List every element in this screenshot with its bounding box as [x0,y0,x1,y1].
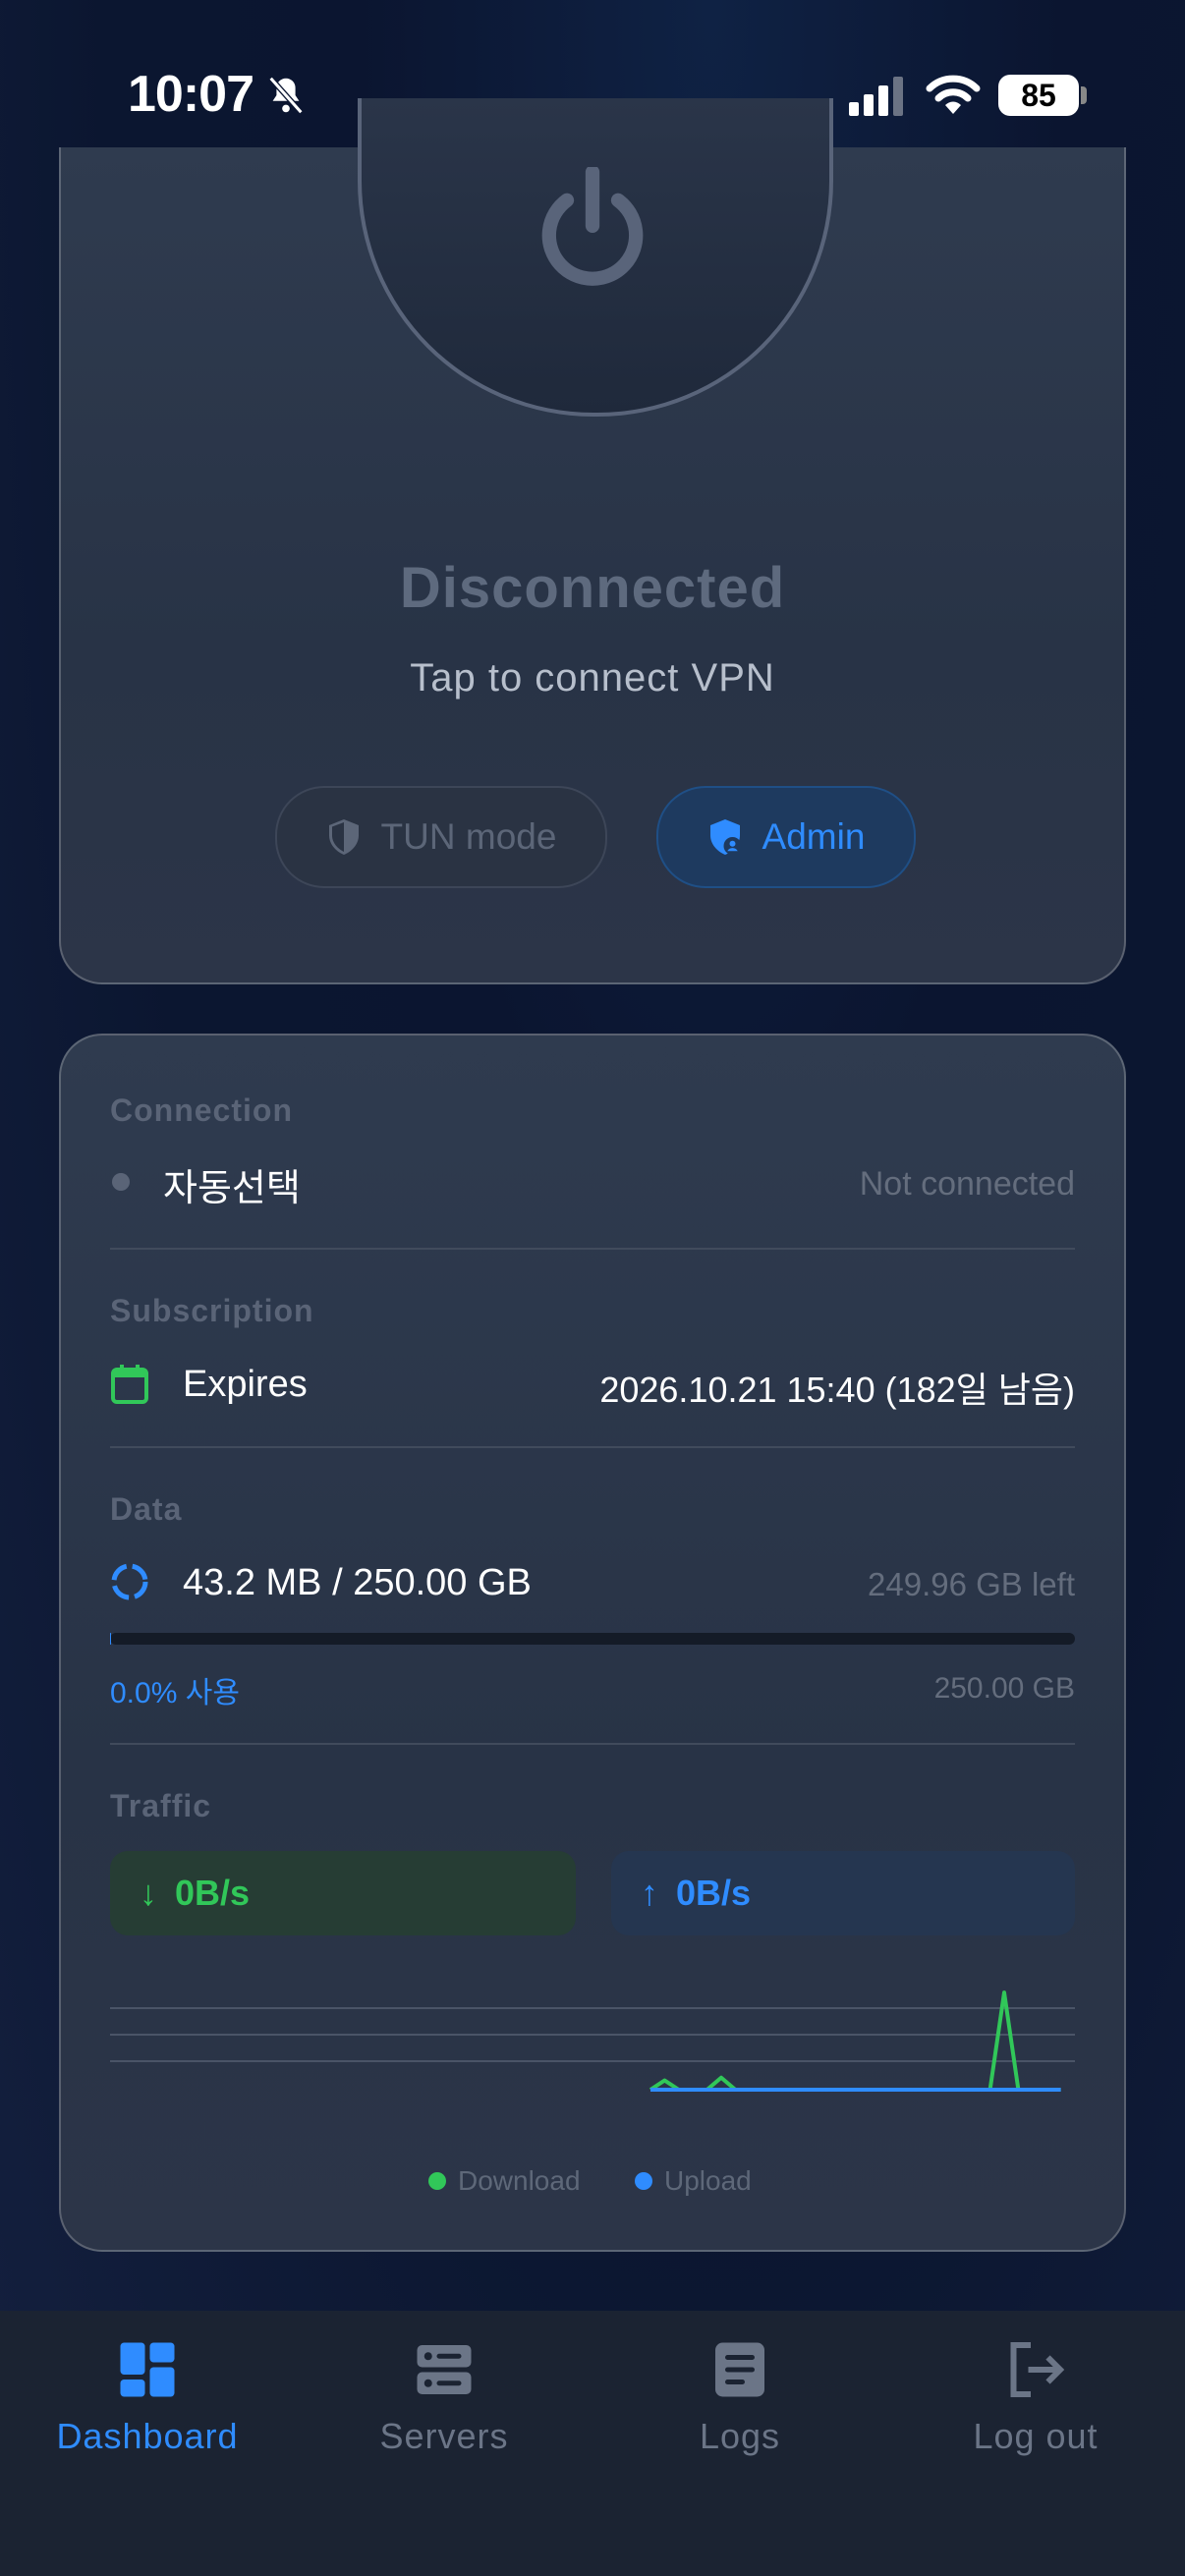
dashboard-icon [120,2342,175,2397]
expires-value: 2026.10.21 15:40 (182일 남음) [599,1370,1075,1410]
admin-button[interactable]: Admin [656,786,916,888]
arrow-down-icon: ↓ [140,1873,157,1913]
status-time: 10:07 [128,66,254,123]
arrow-up-icon: ↑ [641,1873,658,1913]
calendar-icon [111,1365,148,1404]
connection-status-dot [112,1173,130,1191]
subscription-section-label: Subscription [110,1293,314,1328]
data-used-total: 43.2 MB / 250.00 GB [183,1562,532,1603]
vpn-status-subtitle: Tap to connect VPN [410,656,775,700]
connection-state: Not connected [859,1165,1075,1203]
divider [110,1248,1075,1250]
tab-logout-label: Log out [973,2416,1099,2456]
connection-server[interactable]: 자동선택 [163,1157,301,1211]
legend-upload-dot [635,2172,652,2190]
data-left: 249.96 GB left [868,1566,1075,1602]
legend-upload: Upload [635,2165,752,2197]
connection-section-label: Connection [110,1092,293,1128]
tab-servers[interactable]: Servers [297,2340,592,2457]
data-total: 250.00 GB [933,1672,1075,1705]
servers-icon [417,2345,472,2394]
legend-download-dot [428,2172,446,2190]
tun-mode-label: TUN mode [380,816,557,857]
info-card: Connection 자동선택 Not connected Subscripti… [59,1034,1126,2252]
shield-icon [328,819,359,855]
tab-logout[interactable]: Log out [888,2340,1183,2457]
upload-speed: 0B/s [676,1873,752,1913]
legend-download: Download [428,2165,581,2197]
tab-dashboard-label: Dashboard [56,2416,239,2456]
traffic-chart [110,1990,1075,2092]
legend-upload-label: Upload [664,2165,752,2196]
download-speed-chip: ↓ 0B/s [110,1851,576,1935]
data-progress-bar [110,1633,1075,1645]
signal-icon [849,77,903,116]
data-section-label: Data [110,1491,183,1527]
traffic-section-label: Traffic [110,1788,212,1823]
tun-mode-toggle[interactable]: TUN mode [275,786,607,888]
usage-ring-icon [111,1563,148,1600]
admin-shield-icon [709,819,742,855]
battery-indicator: 85 [998,75,1079,116]
logs-icon [715,2342,764,2397]
divider [110,1743,1075,1745]
bell-muted-icon [268,76,304,115]
tab-logs[interactable]: Logs [592,2340,887,2457]
chart-series-download [649,1990,1061,2092]
tab-dashboard[interactable]: Dashboard [0,2340,295,2457]
logout-icon [1010,2342,1065,2397]
vpn-status: Disconnected [399,556,786,620]
battery-tip [1081,86,1087,104]
vpn-control-card: Disconnected Tap to connect VPN TUN mode… [59,98,1126,984]
power-icon [541,167,644,286]
upload-speed-chip: ↑ 0B/s [611,1851,1075,1935]
tab-logs-label: Logs [699,2416,781,2456]
data-percent: 0.0% 사용 [110,1677,240,1709]
legend-download-label: Download [458,2165,581,2196]
wifi-icon [926,75,981,114]
download-speed: 0B/s [175,1873,251,1913]
expires-label: Expires [183,1364,308,1405]
tab-servers-label: Servers [379,2416,509,2456]
divider [110,1446,1075,1448]
bottom-tab-bar: Dashboard Servers Logs Log out [0,2311,1185,2576]
admin-label: Admin [762,816,866,857]
